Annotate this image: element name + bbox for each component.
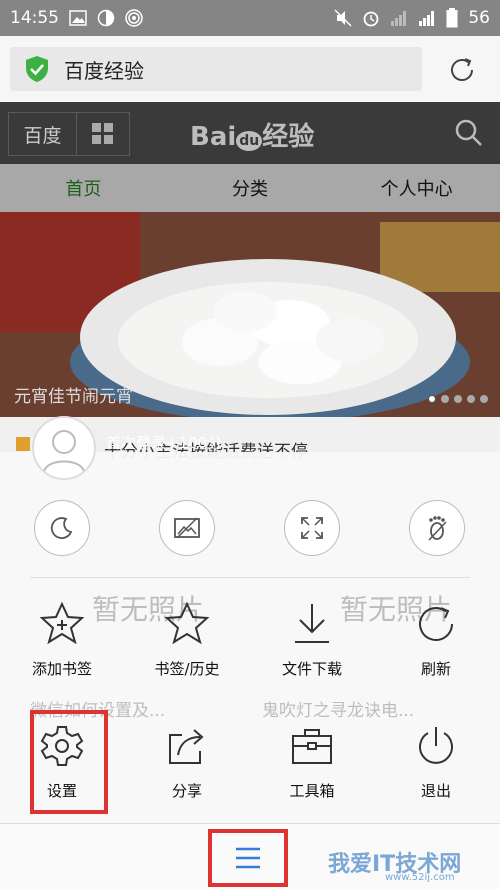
page-title: 百度经验 [64,58,144,83]
no-image-mode-button[interactable] [159,500,215,556]
banner-slider[interactable]: 元宵佳节闹元宵 [0,212,500,417]
pager-dot [480,395,488,403]
banner-pager [428,395,488,403]
share-button[interactable]: 分享 [137,720,237,801]
refresh-button[interactable]: 刷新 [386,598,486,679]
tab-profile[interactable]: 个人中心 [333,164,500,212]
search-icon[interactable] [454,118,484,148]
url-box[interactable]: 百度经验 [10,47,422,91]
moon-icon [50,517,73,539]
ghost-row-right: 鬼吹灯之寻龙诀电... [262,701,415,721]
menu-label: 工具箱 [289,782,335,800]
login-prompt[interactable]: 首次登录+100分 [106,432,222,453]
secure-shield-icon [26,56,48,82]
refresh-icon [419,607,453,641]
avatar[interactable] [32,416,96,480]
signal-icon [391,11,407,26]
hotspot-icon [125,9,143,27]
pager-dot [441,395,449,403]
mute-icon [334,9,352,27]
menu-label: 文件下载 [281,660,342,678]
menu-label: 分享 [171,782,202,800]
pager-dot [428,395,436,403]
add-bookmark-icon [39,601,85,645]
news-badge-icon [16,437,30,451]
footprint-icon [428,516,447,541]
toolbox-button[interactable]: 工具箱 [262,720,362,801]
pager-dot [454,395,462,403]
signal-4g-icon [419,11,435,26]
address-bar: 百度经验 [0,36,500,102]
battery-icon [446,8,458,28]
star-icon [164,601,210,645]
exit-button[interactable]: 退出 [386,720,486,801]
menu-label: 书签/历史 [154,660,220,678]
user-avatar-icon [43,430,85,473]
no-image-icon [174,517,200,539]
status-bar: 14:55 56 [0,0,500,36]
fullscreen-button[interactable] [284,500,340,556]
power-icon [419,727,453,764]
downloads-button[interactable]: 文件下载 [262,598,362,679]
pager-dot [467,395,475,403]
battery-level: 56 [468,8,490,28]
share-icon [169,729,204,764]
tab-categories[interactable]: 分类 [167,164,334,212]
site-nav-switch[interactable]: 百度 [8,112,130,156]
menu-toggle-highlight-box [208,829,288,887]
download-icon [295,604,329,643]
no-trace-mode-button[interactable] [409,500,465,556]
alarm-icon [363,11,379,27]
menu-label: 添加书签 [31,660,92,678]
image-notification-icon [69,10,87,26]
menu-label: 退出 [420,782,451,800]
site-home-label[interactable]: 百度 [9,113,77,155]
reload-icon[interactable] [446,54,478,86]
site-header: 百度 Bai du 经验 [0,102,500,164]
baidu-jingyan-logo: Bai du 经验 [190,122,315,152]
night-mode-button[interactable] [34,500,90,556]
banner-caption: 元宵佳节闹元宵 [14,387,133,407]
bookmarks-history-button[interactable]: 书签/历史 [137,598,237,679]
status-time: 14:55 [10,8,59,28]
add-bookmark-button[interactable]: 添加书签 [12,598,112,679]
menu-label: 刷新 [420,660,451,678]
fullscreen-icon [301,517,323,539]
main-tabs: 首页 分类 个人中心 [0,164,500,212]
grid-icon[interactable] [91,122,115,146]
toolbox-icon [292,729,332,764]
data-saver-icon [97,9,115,27]
settings-highlight-box [30,710,108,814]
watermark-url: www.52ij.com [385,872,455,883]
tab-home[interactable]: 首页 [0,164,167,212]
menu-divider [30,577,470,578]
